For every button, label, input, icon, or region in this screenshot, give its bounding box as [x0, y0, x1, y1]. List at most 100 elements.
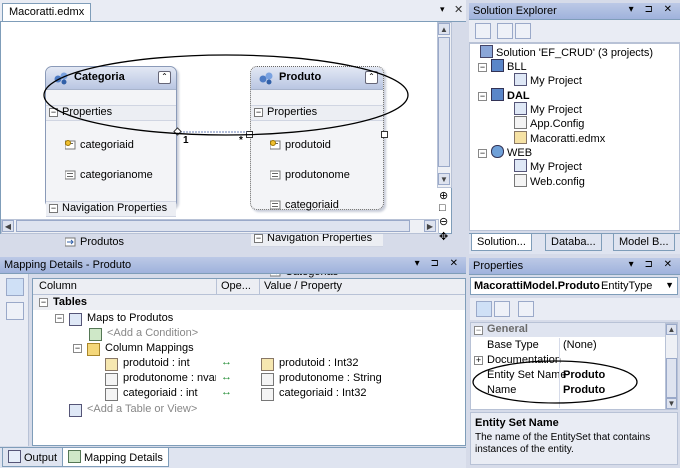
tree-item-macoratti-edmx[interactable]: Macoratti.edmx	[514, 131, 605, 145]
tree-item-solution[interactable]: Solution 'EF_CRUD' (3 projects)	[480, 45, 653, 59]
property-row[interactable]: produtonome	[255, 168, 381, 183]
mapping-grid[interactable]: Column Ope... Value / Property − Tables …	[32, 278, 466, 446]
map-function-icon[interactable]	[6, 302, 24, 320]
property-icon	[261, 388, 274, 401]
web-project-icon	[491, 145, 504, 158]
panel-title: Solution Explorer	[473, 5, 557, 17]
property-row[interactable]: categoriaid	[255, 198, 381, 213]
solution-explorer-tree[interactable]: Solution 'EF_CRUD' (3 projects) − BLL My …	[469, 43, 680, 231]
tree-item-web-config[interactable]: Web.config	[514, 174, 585, 188]
property-value: categoriaid : Int32	[279, 387, 367, 399]
alphabetical-icon[interactable]	[494, 301, 510, 317]
key-property-icon	[261, 358, 274, 371]
scroll-down-arrow[interactable]: ▼	[666, 398, 677, 409]
tree-item-label: My Project	[530, 75, 582, 87]
collapse-toggle[interactable]: −	[478, 92, 487, 101]
column-divider	[216, 279, 217, 294]
property-pages-icon[interactable]	[518, 301, 534, 317]
map-table-icon[interactable]	[6, 278, 24, 296]
panel-buttons[interactable]: ▾ ⊐ ✕	[415, 258, 462, 269]
tree-item-label: Solution 'EF_CRUD' (3 projects)	[496, 47, 654, 59]
tab-menu-icon[interactable]: ▾	[440, 4, 445, 15]
navigation-section[interactable]: − Navigation Properties	[46, 201, 176, 217]
close-icon[interactable]: ✕	[454, 3, 463, 16]
tree-item-web[interactable]: − WEB	[478, 145, 532, 159]
designer-vertical-scrollbar[interactable]: ▲ ▼	[437, 22, 452, 188]
minus-icon[interactable]: −	[254, 234, 263, 243]
tree-item-label: App.Config	[530, 118, 585, 130]
scroll-up-arrow[interactable]: ▲	[438, 23, 450, 35]
tree-item-bll[interactable]: − BLL	[478, 59, 527, 73]
collapse-toggle[interactable]: −	[474, 326, 483, 335]
tab-model-browser[interactable]: Model B...	[613, 234, 675, 251]
scroll-down-arrow[interactable]: ▼	[438, 173, 450, 185]
table-icon	[69, 313, 82, 326]
tree-item-dal[interactable]: − DAL	[478, 88, 530, 102]
dropdown-arrow-icon[interactable]: ▼	[665, 280, 674, 290]
tab-output[interactable]: Output	[2, 448, 64, 467]
scroll-left-arrow[interactable]: ◀	[2, 220, 14, 232]
property-name: Base Type	[487, 339, 539, 351]
tree-item-app-config[interactable]: App.Config	[514, 116, 584, 130]
maps-to-row[interactable]: − Maps to Produtos	[33, 311, 465, 326]
tab-database-explorer[interactable]: Databa...	[545, 234, 602, 251]
mapping-row[interactable]: produtoid : int ↔ produtoid : Int32	[33, 356, 465, 371]
property-row-base-type[interactable]: Base Type (None)	[471, 338, 667, 353]
zoom-out-icon[interactable]: ⊖	[439, 215, 448, 228]
property-name: categoriaid	[285, 199, 339, 211]
object-selector[interactable]: MacorattiModel.Produto EntityType ▼	[470, 277, 678, 295]
tree-item-label: My Project	[530, 161, 582, 173]
mapping-row[interactable]: produtonome : nvarch ↔ produtonome : Str…	[33, 371, 465, 386]
scroll-thumb[interactable]	[16, 220, 410, 232]
tables-row[interactable]: − Tables	[33, 295, 465, 310]
tree-item-my-project[interactable]: My Project	[514, 73, 582, 87]
scroll-thumb[interactable]	[438, 37, 450, 167]
collapse-toggle[interactable]: −	[478, 63, 487, 72]
column-mappings-row[interactable]: − Column Mappings	[33, 341, 465, 356]
add-condition-label: <Add a Condition>	[107, 327, 199, 339]
collapse-toggle[interactable]: −	[55, 314, 64, 323]
collapse-toggle[interactable]: −	[73, 344, 82, 353]
categorized-icon[interactable]	[476, 301, 492, 317]
panel-buttons[interactable]: ▾ ⊐ ✕	[629, 259, 676, 270]
column-value: produtoid : int	[123, 357, 190, 369]
panel-buttons[interactable]: ▾ ⊐ ✕	[629, 4, 676, 15]
tab-solution-explorer[interactable]: Solution...	[471, 234, 532, 251]
tables-label: Tables	[53, 296, 88, 308]
output-icon	[8, 450, 21, 463]
refresh-icon[interactable]	[515, 23, 531, 39]
zoom-fit-icon[interactable]: □	[439, 202, 446, 214]
nav-property-row[interactable]: Produtos	[50, 235, 174, 250]
tree-item-label: Web.config	[530, 176, 585, 188]
property-row[interactable]: categorianome	[50, 168, 174, 183]
designer-horizontal-scrollbar[interactable]: ◀ ▶	[1, 219, 439, 234]
collapse-toggle[interactable]: −	[39, 298, 48, 307]
category-row[interactable]: − General	[471, 323, 667, 337]
my-project-icon	[514, 73, 527, 86]
entity-designer-canvas[interactable]: Categoria ⌃ − Properties categoriaid cat…	[0, 21, 452, 278]
minus-icon[interactable]: −	[49, 204, 58, 213]
tab-label: Output	[24, 452, 58, 464]
grid-header: Column Ope... Value / Property	[33, 279, 465, 295]
tab-macoratti-edmx[interactable]: Macoratti.edmx	[2, 3, 92, 23]
section-label: Navigation Properties	[62, 202, 168, 214]
zoom-in-icon[interactable]: ⊕	[439, 189, 448, 202]
show-all-files-icon[interactable]	[497, 23, 513, 39]
annotation-ellipse	[43, 54, 409, 136]
properties-scrollbar[interactable]: ▲ ▼	[665, 323, 677, 409]
scroll-thumb[interactable]	[666, 358, 677, 398]
properties-button-icon[interactable]	[475, 23, 491, 39]
tree-item-my-project[interactable]: My Project	[514, 102, 582, 116]
property-grid[interactable]: − General Base Type (None) + Documentati…	[470, 322, 678, 410]
add-condition-row[interactable]: <Add a Condition>	[33, 326, 465, 341]
scroll-right-arrow[interactable]: ▶	[424, 220, 436, 232]
tree-item-my-project[interactable]: My Project	[514, 159, 582, 173]
scroll-up-arrow[interactable]: ▲	[666, 324, 677, 335]
panel-title: Mapping Details - Produto	[4, 259, 132, 271]
add-table-row[interactable]: <Add a Table or View>	[33, 402, 465, 417]
collapse-toggle[interactable]: −	[478, 149, 487, 158]
tab-mapping-details[interactable]: Mapping Details	[62, 448, 169, 467]
mapping-row[interactable]: categoriaid : int ↔ categoriaid : Int32	[33, 386, 465, 401]
pan-icon[interactable]: ✥	[439, 230, 448, 243]
selector-object-name: MacorattiModel.Produto	[474, 280, 600, 292]
